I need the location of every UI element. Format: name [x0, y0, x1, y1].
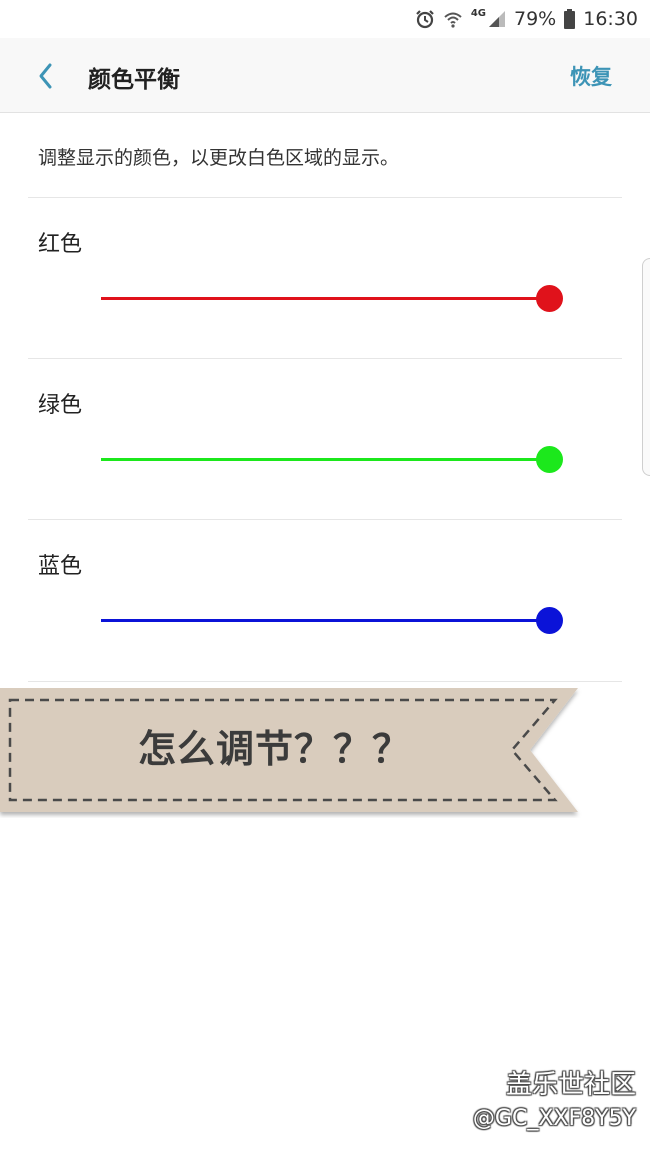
question-banner: 怎么调节？？？ — [0, 688, 582, 818]
network-type-label: 4G — [470, 7, 486, 19]
slider-label-red: 红色 — [38, 232, 83, 257]
wifi-icon — [443, 9, 463, 29]
battery-icon — [564, 9, 576, 29]
slider-label-blue: 蓝色 — [38, 554, 83, 579]
slider-label-green: 绿色 — [38, 393, 83, 418]
banner-text: 怎么调节？？？ — [138, 727, 412, 771]
reset-button[interactable]: 恢复 — [570, 61, 612, 91]
battery-percent: 79% — [514, 8, 557, 30]
clock: 16:30 — [583, 8, 638, 30]
slider-thumb-red[interactable] — [535, 285, 563, 312]
signal-icon — [488, 10, 506, 28]
alarm-icon — [415, 9, 435, 29]
slider-track-green[interactable] — [101, 458, 549, 461]
edge-panel-handle[interactable] — [642, 258, 650, 476]
slider-track-red[interactable] — [101, 297, 549, 300]
app-bar: 颜色平衡 恢复 — [0, 38, 650, 113]
slider-red: 红色 — [0, 198, 650, 358]
back-button[interactable] — [28, 58, 64, 94]
slider-track-blue[interactable] — [101, 619, 549, 622]
status-bar: 4G 79% 16:30 — [0, 0, 650, 38]
watermark-title: 盖乐世社区 — [505, 1070, 636, 1100]
divider — [28, 681, 622, 682]
slider-thumb-blue[interactable] — [535, 607, 563, 634]
slider-green: 绿色 — [0, 359, 650, 519]
watermark-handle: @GC_XXF8Y5Y — [472, 1106, 636, 1131]
slider-blue: 蓝色 — [0, 520, 650, 680]
chevron-left-icon — [39, 63, 52, 89]
description-text: 调整显示的颜色，以更改白色区域的显示。 — [38, 147, 400, 169]
page-title: 颜色平衡 — [88, 67, 180, 93]
slider-thumb-green[interactable] — [535, 446, 563, 473]
